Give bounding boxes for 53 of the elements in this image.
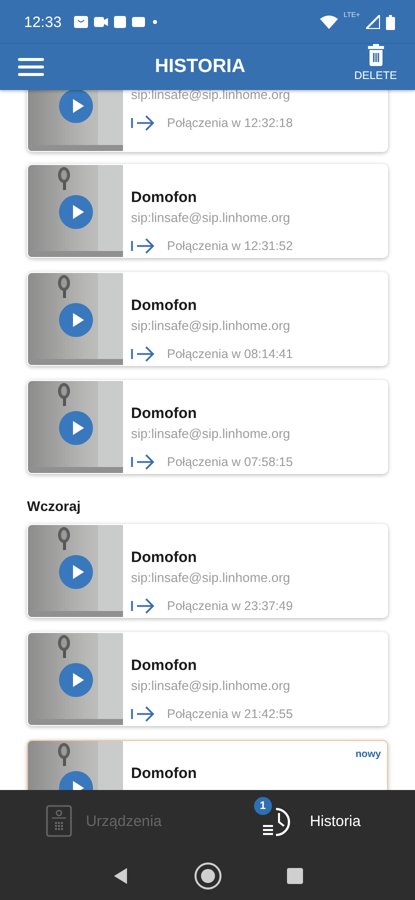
recents-icon[interactable] xyxy=(286,868,302,884)
caller-name: Domofon xyxy=(131,297,198,314)
play-icon xyxy=(72,313,84,327)
section-heading: Wczoraj xyxy=(27,498,82,514)
back-icon[interactable] xyxy=(112,868,128,884)
play-icon xyxy=(72,99,84,113)
caller-name: Domofon xyxy=(131,657,198,674)
menu-button[interactable] xyxy=(18,55,46,79)
caller-name: Domofon xyxy=(131,549,198,566)
call-time: Połączenia w 08:14:41 xyxy=(167,347,293,361)
call-time: Połączenia w 23:37:49 xyxy=(167,599,293,613)
call-card[interactable]: Domofon sip:linsafe@sip.linhome.org Połączenia w 12:31:52 xyxy=(27,164,388,258)
outgoing-arrow-icon xyxy=(131,454,155,470)
call-time: Połączenia w 21:42:55 xyxy=(167,707,293,721)
call-card[interactable]: Domofon sip:linsafe@sip.linhome.org Połączenia w 21:42:55 xyxy=(27,632,388,726)
sip-address: sip:linsafe@sip.linhome.org xyxy=(131,426,292,441)
intercom-icon xyxy=(46,805,72,837)
menu-icon xyxy=(18,57,44,77)
signal-icon xyxy=(366,15,380,29)
new-label: nowy xyxy=(355,749,381,760)
video-icon xyxy=(94,17,108,27)
clock: 12:33 xyxy=(24,14,62,30)
caller-name: Domofon xyxy=(131,765,198,782)
caller-name: Domofon xyxy=(131,189,198,206)
delete-button[interactable]: DELETE xyxy=(354,44,397,82)
caller-name: Domofon xyxy=(131,405,198,422)
call-time: Połączenia w 12:31:52 xyxy=(167,239,293,253)
outgoing-arrow-icon xyxy=(131,598,155,614)
play-icon xyxy=(72,421,84,435)
call-card[interactable]: Domofon sip:linsafe@sip.linhome.org Połączenia w 07:58:15 xyxy=(27,380,388,474)
sip-address: sip:linsafe@sip.linhome.org xyxy=(131,318,292,333)
call-card[interactable]: nowy Domofon xyxy=(27,740,388,790)
play-icon xyxy=(72,673,84,687)
dot-icon xyxy=(150,18,159,26)
sip-address: sip:linsafe@sip.linhome.org xyxy=(131,570,292,585)
call-time: Połączenia w 12:32:18 xyxy=(167,116,293,130)
call-card[interactable]: Domofon sip:linsafe@sip.linhome.org Połączenia w 08:14:41 xyxy=(27,272,388,366)
screen-title: HISTORIA xyxy=(154,56,246,78)
nav-tab[interactable]: 1 Historia xyxy=(208,790,415,852)
outgoing-arrow-icon xyxy=(131,238,155,254)
outgoing-arrow-icon xyxy=(131,706,155,722)
sip-address: sip:linsafe@sip.linhome.org xyxy=(131,210,292,225)
outgoing-arrow-icon xyxy=(131,115,155,131)
call-time: Połączenia w 07:58:15 xyxy=(167,455,293,469)
sip-address: sip:linsafe@sip.linhome.org xyxy=(131,678,292,693)
play-icon xyxy=(72,565,84,579)
call-card[interactable]: Domofon sip:linsafe@sip.linhome.org Połączenia w 23:37:49 xyxy=(27,524,388,618)
home-icon[interactable] xyxy=(194,862,222,890)
outgoing-arrow-icon xyxy=(131,346,155,362)
wifi-icon xyxy=(320,15,338,29)
count-badge: 1 xyxy=(254,797,272,815)
play-icon xyxy=(72,205,84,219)
battery-icon xyxy=(386,14,395,30)
